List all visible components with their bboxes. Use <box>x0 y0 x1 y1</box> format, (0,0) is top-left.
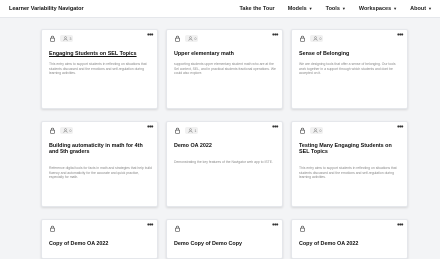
user-icon <box>187 127 194 134</box>
more-horizontal-icon[interactable]: ••• <box>272 222 278 229</box>
lock-icon <box>174 35 181 42</box>
card-header: 3 <box>49 35 73 42</box>
card-description: Reference digital tools for facts in mat… <box>49 166 152 180</box>
nav-tools-label: Tools <box>325 5 340 12</box>
nav-about-label: About <box>410 5 427 12</box>
more-horizontal-icon[interactable]: ••• <box>272 32 278 39</box>
member-count: 0 <box>69 128 72 133</box>
card-description: This entry aims to support students in r… <box>49 62 147 76</box>
member-count-badge: 3 <box>60 35 73 42</box>
more-horizontal-icon[interactable]: ••• <box>397 222 403 229</box>
member-count: 3 <box>69 36 72 41</box>
card-header: 0 <box>299 35 323 42</box>
lock-icon <box>299 225 306 232</box>
chevron-down-icon: ▼ <box>428 6 432 11</box>
card-description: We are designing tools that offer a sens… <box>299 62 396 76</box>
member-count-badge: 1 <box>185 127 198 134</box>
lock-icon <box>299 127 306 134</box>
chevron-down-icon: ▼ <box>341 6 346 11</box>
user-icon <box>62 35 69 42</box>
member-count-badge: 0 <box>310 35 323 42</box>
nav-take-the-tour[interactable]: Take the Tour <box>239 6 274 12</box>
card-header: 0 <box>299 127 323 134</box>
card-header <box>49 225 56 232</box>
lock-icon <box>49 225 56 232</box>
app-title[interactable]: Learner Variability Navigator <box>9 6 84 12</box>
more-horizontal-icon[interactable]: ••• <box>147 32 153 39</box>
card-header <box>299 225 306 232</box>
nav-take-the-tour-label: Take the Tour <box>239 5 275 12</box>
user-icon <box>62 127 69 134</box>
nav-models-dropdown[interactable]: Models ▼ <box>288 6 313 12</box>
nav-workspaces-label: Workspaces <box>358 5 392 12</box>
user-icon <box>312 127 319 134</box>
card-title[interactable]: Sense of Belonging <box>299 51 403 57</box>
member-count-badge: 0 <box>60 127 73 134</box>
member-count: 1 <box>194 128 197 133</box>
user-icon <box>187 35 194 42</box>
nav-tools-dropdown[interactable]: Tools ▼ <box>326 6 346 12</box>
workspace-card[interactable]: 0 ••• Sense of Belonging We are designin… <box>291 29 408 109</box>
lock-icon <box>174 127 181 134</box>
card-title[interactable]: Copy of Demo OA 2022 <box>49 241 153 247</box>
card-header: 0 <box>174 35 198 42</box>
lock-icon <box>49 127 56 134</box>
card-description: Demonstrating the key features of the Na… <box>174 160 273 164</box>
nav-workspaces-dropdown[interactable]: Workspaces ▼ <box>359 6 397 12</box>
workspace-card[interactable]: 0 ••• Testing Many Engaging Students on … <box>291 121 408 207</box>
card-title[interactable]: Copy of Demo OA 2022 <box>299 241 403 247</box>
card-description: This entry aims to support students in r… <box>299 166 397 180</box>
more-horizontal-icon[interactable]: ••• <box>147 222 153 229</box>
nav-about-dropdown[interactable]: About ▼ <box>410 6 432 12</box>
member-count-badge: 0 <box>185 35 198 42</box>
chevron-down-icon: ▼ <box>393 6 398 11</box>
main-nav: Take the Tour Models ▼ Tools ▼ Workspaces ▼… <box>226 6 432 12</box>
chevron-down-icon: ▼ <box>308 6 313 11</box>
card-title[interactable]: Demo OA 2022 <box>174 143 278 149</box>
card-header: 0 <box>49 127 73 134</box>
more-horizontal-icon[interactable]: ••• <box>397 32 403 39</box>
lock-icon <box>49 35 56 42</box>
card-title[interactable]: Engaging Students on SEL Topics <box>49 51 153 57</box>
lock-icon <box>174 225 181 232</box>
card-description: supporting students upper elementary stu… <box>174 62 276 76</box>
member-count: 0 <box>319 128 322 133</box>
member-count-badge: 0 <box>310 127 323 134</box>
nav-models-label: Models <box>287 5 307 12</box>
card-header: 1 <box>174 127 198 134</box>
card-title[interactable]: Testing Many Engaging Students on SEL To… <box>299 143 403 156</box>
member-count: 0 <box>194 36 197 41</box>
user-icon <box>312 35 319 42</box>
workspace-card[interactable]: 0 ••• Building automaticity in math for … <box>41 121 158 207</box>
workspace-card[interactable]: 0 ••• Upper elementary math supporting s… <box>166 29 283 109</box>
workspace-card[interactable]: 1 ••• Demo OA 2022 Demonstrating the key… <box>166 121 283 207</box>
member-count: 0 <box>319 36 322 41</box>
more-horizontal-icon[interactable]: ••• <box>147 124 153 131</box>
workspace-card[interactable]: ••• Copy of Demo OA 2022 <box>41 219 158 259</box>
workspace-card[interactable]: ••• Demo Copy of Demo Copy <box>166 219 283 259</box>
lock-icon <box>299 35 306 42</box>
workspace-card[interactable]: 3 ••• Engaging Students on SEL Topics Th… <box>41 29 158 109</box>
card-title[interactable]: Building automaticity in math for 4th an… <box>49 143 153 156</box>
card-title[interactable]: Upper elementary math <box>174 51 278 57</box>
more-horizontal-icon[interactable]: ••• <box>397 124 403 131</box>
card-header <box>174 225 181 232</box>
card-title[interactable]: Demo Copy of Demo Copy <box>174 241 278 247</box>
top-navigation-bar: Learner Variability Navigator Take the T… <box>0 0 440 18</box>
workspace-card[interactable]: ••• Copy of Demo OA 2022 <box>291 219 408 259</box>
more-horizontal-icon[interactable]: ••• <box>272 124 278 131</box>
